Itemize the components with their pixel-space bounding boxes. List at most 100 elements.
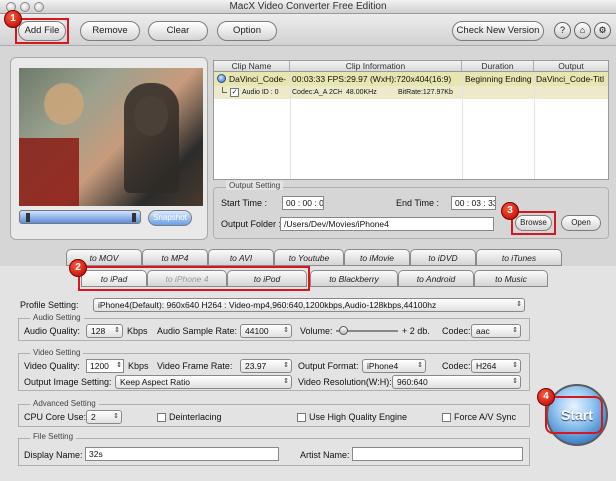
- high-quality-engine-label: Use High Quality Engine: [309, 412, 408, 422]
- grid-line: [290, 72, 291, 179]
- preview-hair: [124, 83, 179, 193]
- video-quality-stepper[interactable]: 1200 ⇕: [86, 359, 124, 373]
- audio-codec-value: aac: [476, 326, 490, 336]
- chevron-updown-icon: ⇕: [113, 413, 119, 420]
- column-header-clip-name[interactable]: Clip Name: [214, 61, 290, 72]
- profile-select[interactable]: iPhone4(Default): 960x640 H264 : Video-m…: [93, 298, 525, 312]
- output-image-setting-select[interactable]: Keep Aspect Ratio ⇕: [115, 375, 292, 389]
- output-setting-legend: Output Setting: [226, 181, 284, 190]
- remove-button[interactable]: Remove: [80, 21, 140, 41]
- tab-to-idvd[interactable]: to iDVD: [410, 249, 476, 266]
- tab-to-android[interactable]: to Android: [398, 270, 474, 287]
- video-resolution-select[interactable]: 960:640 ⇕: [392, 375, 521, 389]
- chevron-updown-icon: ⇕: [283, 327, 289, 334]
- chevron-updown-icon: ⇕: [114, 327, 120, 334]
- volume-slider-handle[interactable]: [339, 326, 348, 335]
- audio-codec: Codec:A_A 2CH: [292, 89, 342, 96]
- artist-name-field[interactable]: [352, 447, 523, 461]
- tab-to-blackberry[interactable]: to Blackberry: [310, 270, 398, 287]
- settings-icon[interactable]: ⚙: [594, 22, 611, 39]
- deinterlacing-checkbox[interactable]: [157, 413, 166, 422]
- column-header-clip-info[interactable]: Clip Information: [290, 61, 462, 72]
- home-icon[interactable]: ⌂: [574, 22, 591, 39]
- table-row-audio[interactable]: ✓ Audio ID : 0 Codec:A_A 2CH 48.00KHz Bi…: [214, 86, 608, 99]
- video-frame-rate-select[interactable]: 23.97 ⇕: [240, 359, 292, 373]
- column-header-duration[interactable]: Duration: [462, 61, 534, 72]
- start-time-field[interactable]: 00 : 00 : 00: [282, 196, 324, 210]
- annotation-badge-2: 2: [69, 259, 87, 277]
- volume-label: Volume:: [300, 326, 333, 336]
- zoom-window-icon[interactable]: [34, 2, 44, 12]
- grid-line: [462, 72, 463, 179]
- tab-to-itunes[interactable]: to iTunes: [476, 249, 562, 266]
- open-button[interactable]: Open: [561, 215, 601, 231]
- radio-selected-icon[interactable]: [217, 74, 226, 83]
- annotation-box-start: [545, 396, 603, 434]
- audio-rate: 48.00KHz: [346, 89, 377, 96]
- annotation-badge-3: 3: [501, 202, 519, 220]
- volume-value: + 2 db.: [402, 326, 430, 336]
- audio-sample-rate-label: Audio Sample Rate:: [157, 326, 238, 336]
- chevron-updown-icon: ⇕: [516, 301, 522, 308]
- audio-sample-rate-value: 44100: [245, 326, 269, 336]
- window-title: MacX Video Converter Free Edition: [229, 1, 387, 12]
- audio-codec-label: Codec:: [442, 326, 471, 336]
- tab-to-avi[interactable]: to AVI: [208, 249, 274, 266]
- audio-codec-select[interactable]: aac ⇕: [471, 324, 521, 338]
- audio-quality-value: 128: [91, 326, 106, 336]
- output-format-select[interactable]: iPhone4 ⇕: [362, 359, 426, 373]
- clear-button[interactable]: Clear: [148, 21, 208, 41]
- annotation-badge-1: 1: [4, 10, 22, 28]
- file-setting-legend: File Setting: [30, 432, 77, 441]
- start-time-label: Start Time :: [221, 198, 268, 208]
- audio-checkbox-checked-icon[interactable]: ✓: [230, 88, 239, 97]
- volume-slider[interactable]: [336, 326, 398, 335]
- cpu-core-use-value: 2: [91, 412, 96, 422]
- snapshot-button[interactable]: Snapshot: [148, 210, 192, 226]
- stepper-arrows-icon[interactable]: ⇕: [116, 360, 122, 372]
- output-format-value: iPhone4: [367, 361, 399, 371]
- timeline-start-handle[interactable]: [26, 213, 30, 222]
- video-codec-select[interactable]: H264 ⇕: [471, 359, 521, 373]
- end-time-field[interactable]: 00 : 03 : 33: [451, 196, 496, 210]
- column-header-output[interactable]: Output: [534, 61, 608, 72]
- chevron-updown-icon: ⇕: [512, 327, 518, 334]
- output-folder-label: Output Folder :: [221, 219, 282, 229]
- video-quality-label: Video Quality:: [24, 361, 80, 371]
- video-frame-rate-value: 23.97: [245, 361, 267, 371]
- display-name-field[interactable]: 32s: [85, 447, 279, 461]
- deinterlacing-label: Deinterlacing: [169, 412, 222, 422]
- output-folder-field[interactable]: /Users/Dev/Movies/iPhone4: [280, 217, 494, 231]
- title-bar: MacX Video Converter Free Edition: [0, 0, 616, 14]
- tab-to-mp4[interactable]: to MP4: [142, 249, 208, 266]
- chevron-updown-icon: ⇕: [512, 378, 518, 385]
- high-quality-engine-checkbox[interactable]: [297, 413, 306, 422]
- tab-to-imovie[interactable]: to iMovie: [344, 249, 410, 266]
- video-preview: [19, 68, 203, 206]
- cpu-core-use-select[interactable]: 2 ⇕: [86, 410, 122, 424]
- preview-cape: [19, 138, 79, 206]
- minimize-window-icon[interactable]: [20, 2, 30, 12]
- artist-name-label: Artist Name:: [300, 450, 350, 460]
- audio-kbps-label: Kbps: [127, 326, 148, 336]
- video-codec-label: Codec:: [442, 361, 471, 371]
- preview-timeline-slider[interactable]: [19, 210, 141, 224]
- tab-to-music[interactable]: to Music: [474, 270, 548, 287]
- force-av-sync-checkbox[interactable]: [442, 413, 451, 422]
- end-time-label: End Time :: [396, 198, 440, 208]
- timeline-end-handle[interactable]: [132, 213, 136, 222]
- tab-to-youtube[interactable]: to Youtube: [274, 249, 344, 266]
- video-codec-value: H264: [476, 361, 497, 371]
- help-icon[interactable]: ?: [554, 22, 571, 39]
- tree-branch-icon: [222, 87, 227, 93]
- preview-figure-left: [44, 83, 84, 125]
- video-resolution-value: 960:640: [397, 377, 428, 387]
- audio-quality-select[interactable]: 128 ⇕: [86, 324, 123, 338]
- table-row[interactable]: DaVinci_Code- 00:03:33 FPS:29.97 (WxH):7…: [214, 72, 608, 86]
- audio-sample-rate-select[interactable]: 44100 ⇕: [240, 324, 292, 338]
- check-new-version-button[interactable]: Check New Version: [452, 21, 544, 41]
- option-button[interactable]: Option: [217, 21, 277, 41]
- clip-info: 00:03:33 FPS:29.97 (WxH):720x404(16:9): [292, 74, 452, 84]
- clip-output: DaVinci_Code-Titl: [536, 74, 605, 84]
- video-resolution-label: Video Resolution(W:H):: [298, 377, 392, 387]
